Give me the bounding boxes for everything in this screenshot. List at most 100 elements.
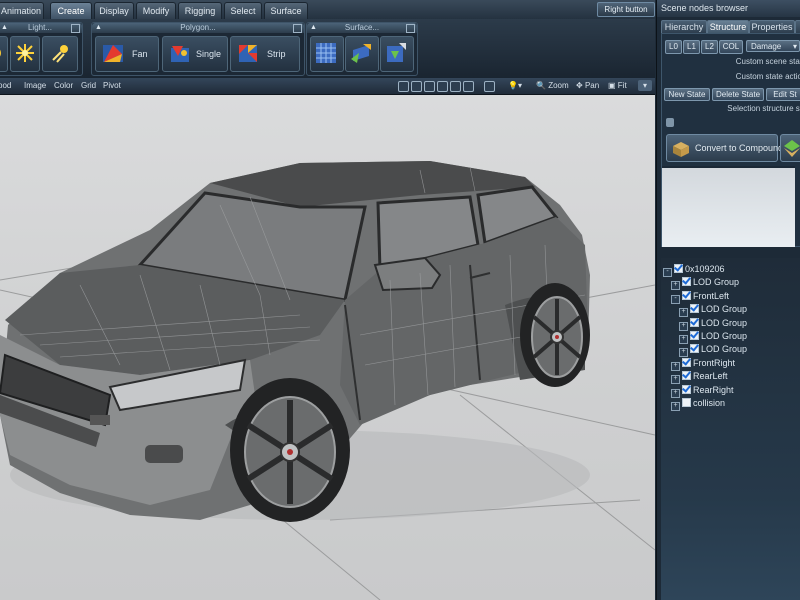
node-visibility-checkbox[interactable] [682, 384, 691, 394]
surface-grid-icon [316, 43, 336, 63]
tree-node[interactable]: + LOD Group [679, 343, 747, 358]
collapse-arrow-icon: ▲ [95, 24, 102, 31]
pan-button[interactable]: ✥ Pan [576, 80, 599, 91]
tab-display[interactable]: Display [94, 2, 134, 19]
tab-structure[interactable]: Structure [707, 20, 749, 34]
group-options-icon[interactable] [71, 24, 80, 33]
polygon-strip-button[interactable]: Strip [230, 36, 300, 72]
extra-action-button[interactable] [780, 134, 800, 162]
wireframe-icon[interactable] [411, 81, 422, 92]
tab-create[interactable]: Create [50, 2, 92, 19]
delete-state-button[interactable]: Delete State [712, 88, 764, 101]
polygon-single-button[interactable]: Single [162, 36, 228, 72]
rotate-icon[interactable] [398, 81, 409, 92]
lod0-button[interactable]: L0 [665, 40, 682, 54]
right-button[interactable]: Right button [597, 2, 655, 17]
normals-icon[interactable] [450, 81, 461, 92]
node-visibility-checkbox[interactable] [674, 264, 683, 273]
node-visibility-checkbox[interactable] [690, 344, 699, 354]
light-spot-button[interactable] [0, 36, 8, 72]
node-visibility-checkbox[interactable] [682, 398, 691, 407]
new-state-button[interactable]: New State [664, 88, 710, 101]
node-visibility-checkbox[interactable] [682, 371, 691, 381]
tab-hierarchy[interactable]: Hierarchy [661, 20, 707, 34]
tree-node[interactable]: - FrontLeft [671, 290, 730, 304]
group-options-icon[interactable] [293, 24, 302, 33]
viewport-menu-image[interactable]: Image [24, 81, 46, 90]
node-visibility-checkbox[interactable] [682, 290, 691, 300]
tab-animation[interactable]: Animation [0, 2, 44, 19]
lod2-button[interactable]: L2 [701, 40, 718, 54]
node-visibility-checkbox[interactable] [682, 277, 691, 287]
polygon-fan-button[interactable]: Fan [95, 36, 159, 72]
light-bulb-icon[interactable]: 💡▾ [508, 80, 522, 91]
zoom-button[interactable]: 🔍 Zoom [536, 80, 569, 91]
bounds-icon[interactable] [463, 81, 474, 92]
chevron-down-icon: ▾ [792, 42, 797, 51]
shade-icon[interactable] [424, 81, 435, 92]
edit-state-button[interactable]: Edit St [766, 88, 800, 101]
3d-viewport[interactable] [0, 95, 655, 600]
node-preview [662, 166, 795, 247]
surface-deform-button[interactable] [345, 36, 379, 72]
collapse-arrow-icon: ▲ [1, 24, 8, 31]
viewport-menu-pivot[interactable]: Pivot [103, 81, 121, 90]
tab-properties[interactable]: Properties [749, 20, 795, 34]
fit-button[interactable]: ▣ Fit [608, 80, 627, 91]
node-visibility-checkbox[interactable] [690, 317, 699, 327]
tab-modify[interactable]: Modify [136, 2, 176, 19]
tree-node-label: LOD Group [701, 331, 748, 341]
light-directional-button[interactable] [42, 36, 78, 72]
rear-wheel [520, 283, 590, 387]
surface-group-header[interactable]: ▲ Surface... [307, 23, 417, 33]
light-group: ▲ Light... [0, 22, 83, 76]
polygon-fan-icon [103, 45, 123, 62]
tree-node-label: FrontLeft [693, 290, 730, 301]
tab-select[interactable]: Select [224, 2, 262, 19]
polygon-group-header[interactable]: ▲ Polygon... [92, 23, 304, 33]
tree-node[interactable]: + LOD Group [671, 276, 739, 291]
light-group-header[interactable]: ▲ Light... [0, 23, 82, 33]
surface-sphere-button[interactable] [380, 36, 414, 72]
expand-icon[interactable]: + [671, 402, 680, 411]
convert-to-compound-button[interactable]: Convert to Compound [666, 134, 783, 162]
tree-node-label: collision [693, 398, 726, 408]
lod1-button[interactable]: L1 [683, 40, 700, 54]
node-visibility-checkbox[interactable] [690, 304, 699, 314]
surface-grid-button[interactable] [310, 36, 344, 72]
tree-node-label: FrontRight [693, 357, 736, 368]
collapse-arrow-icon: ▲ [310, 24, 317, 31]
panel-title: Scene nodes browser [657, 0, 800, 17]
viewport-menu-pod[interactable]: pod [0, 81, 11, 90]
viewport-options-dropdown[interactable]: ▾ [638, 80, 652, 91]
light-point-button[interactable] [10, 36, 40, 72]
tree-node[interactable]: + LOD Group [679, 330, 748, 344]
tree-node[interactable]: + RearLeft [671, 370, 728, 385]
tab-overflow[interactable] [795, 20, 800, 34]
tab-surface[interactable]: Surface [264, 2, 308, 19]
single-label: Single [196, 49, 222, 59]
tree-node[interactable]: -0x109206 [663, 263, 725, 277]
damage-dropdown[interactable]: Damage ▾ [746, 40, 800, 52]
grid-toggle-icon[interactable] [484, 81, 495, 92]
group-options-icon[interactable] [406, 24, 415, 33]
viewport-menu-color[interactable]: Color [54, 81, 73, 90]
custom-scene-label: Custom scene stat [735, 57, 800, 66]
tree-node[interactable]: + LOD Group [679, 317, 748, 331]
tree-node[interactable]: + RearRight [671, 384, 734, 398]
tree-node[interactable]: + LOD Group [679, 303, 747, 318]
tab-rigging[interactable]: Rigging [178, 2, 222, 19]
tree-node-label: LOD Group [701, 317, 748, 328]
viewport-menu-grid[interactable]: Grid [81, 81, 96, 90]
light-group-label: Light... [27, 23, 52, 32]
viewport-toolbar: pod Image Color Grid Pivot 💡▾ 🔍 Zoom ✥ P… [0, 78, 655, 95]
car-model-render[interactable] [0, 95, 655, 600]
lock-icon[interactable] [666, 118, 674, 127]
col-button[interactable]: COL [719, 40, 743, 54]
node-visibility-checkbox[interactable] [690, 331, 699, 340]
polygon-group: ▲ Polygon... Fan Single Strip [91, 22, 305, 76]
node-visibility-checkbox[interactable] [682, 357, 691, 367]
texture-icon[interactable] [437, 81, 448, 92]
tree-node[interactable]: + collision [671, 397, 726, 411]
tree-node[interactable]: + FrontRight [671, 357, 736, 371]
